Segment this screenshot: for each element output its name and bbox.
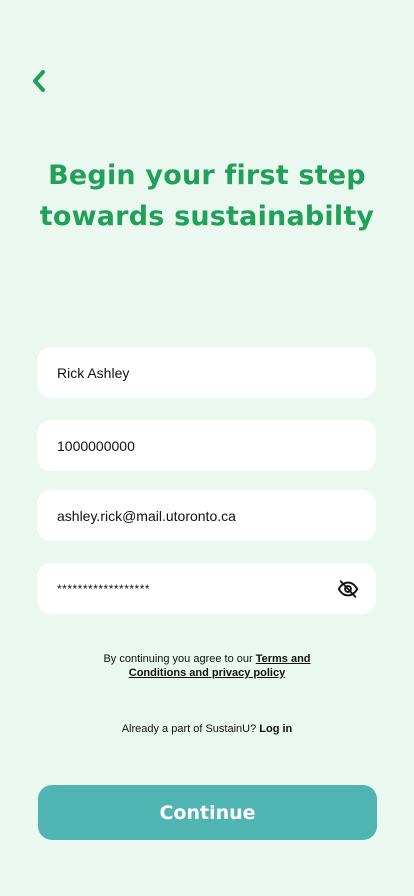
terms-line-1: By continuing you agree to our Terms and xyxy=(0,652,414,666)
phone-field[interactable]: 1000000000 xyxy=(37,420,376,471)
privacy-policy-link[interactable]: Conditions and privacy policy xyxy=(129,667,285,679)
title-line-2: towards sustainabilty xyxy=(39,201,375,232)
back-button[interactable] xyxy=(24,68,54,98)
terms-text: By continuing you agree to our Terms and… xyxy=(0,652,414,680)
terms-line-2: Conditions and privacy policy xyxy=(0,666,414,680)
eye-off-icon[interactable] xyxy=(336,577,360,601)
login-link[interactable]: Log in xyxy=(259,723,292,735)
phone-field-value: 1000000000 xyxy=(57,437,135,454)
email-field-value: ashley.rick@mail.utoronto.ca xyxy=(57,507,236,524)
terms-prefix: By continuing you agree to our xyxy=(103,653,256,665)
continue-button[interactable]: Continue xyxy=(38,785,377,840)
login-prefix: Already a part of SustainU? xyxy=(121,723,260,735)
email-field[interactable]: ashley.rick@mail.utoronto.ca xyxy=(37,490,376,541)
page-title: Begin your first step towards sustainabi… xyxy=(0,155,414,237)
login-prompt: Already a part of SustainU? Log in xyxy=(0,723,414,735)
chevron-left-icon xyxy=(31,69,47,98)
title-line-1: Begin your first step xyxy=(48,160,366,191)
name-field-value: Rick Ashley xyxy=(57,364,130,381)
password-field-value: ****************** xyxy=(57,581,151,596)
name-field[interactable]: Rick Ashley xyxy=(37,347,376,398)
password-field[interactable]: ****************** xyxy=(37,563,376,614)
terms-link[interactable]: Terms and xyxy=(256,653,311,665)
